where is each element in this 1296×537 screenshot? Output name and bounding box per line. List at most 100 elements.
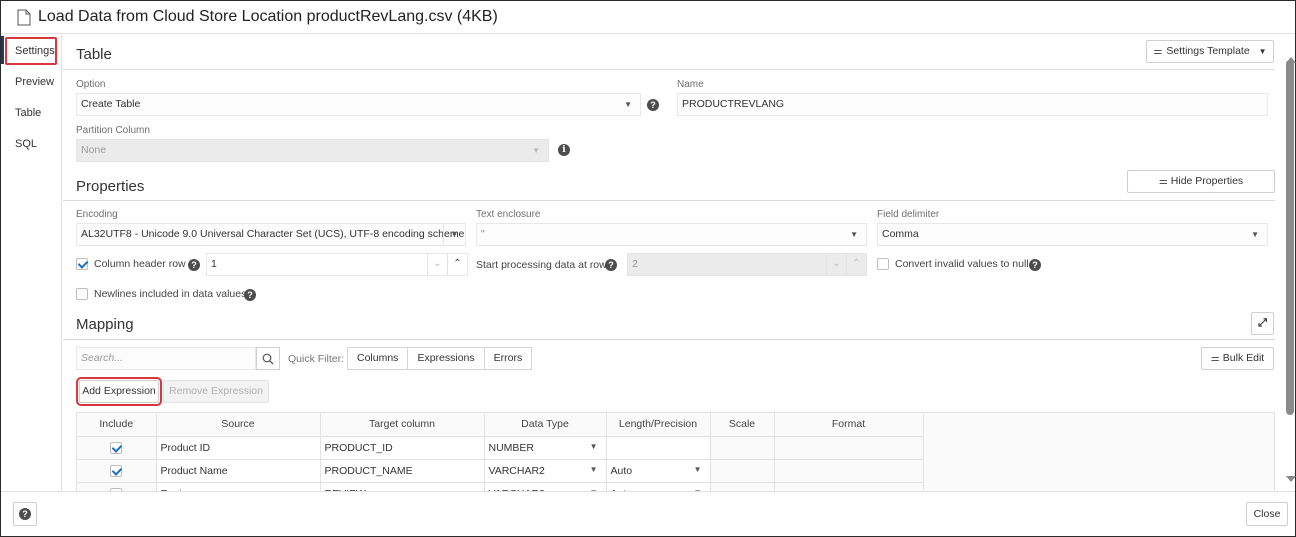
column-header-data-type[interactable]: Data Type xyxy=(484,413,607,437)
help-button[interactable]: ? xyxy=(13,502,37,526)
table-row: Product ID PRODUCT_ID NUMBER ▼ xyxy=(77,436,924,460)
settings-template-button[interactable]: ⚌ Settings Template ▼ xyxy=(1146,40,1274,63)
filter-errors-button[interactable]: Errors xyxy=(483,347,533,370)
partition-column-label: Partition Column xyxy=(76,125,150,136)
column-header-length[interactable]: Length/Precision xyxy=(606,413,711,437)
convert-invalid-checkbox[interactable] xyxy=(877,258,889,270)
hide-properties-button[interactable]: ⚌ Hide Properties xyxy=(1127,170,1275,193)
bulk-edit-label: Bulk Edit xyxy=(1222,352,1265,364)
name-input[interactable]: PRODUCTREVLANG xyxy=(677,93,1268,116)
hide-properties-label: Hide Properties xyxy=(1170,175,1244,187)
mapping-search-input[interactable]: Search... xyxy=(76,347,256,370)
column-header-row-checkbox[interactable] xyxy=(76,258,88,270)
help-icon[interactable]: ? xyxy=(647,99,659,111)
chevron-up-icon[interactable]: ⌃ xyxy=(447,253,467,276)
convert-invalid-label: Convert invalid values to null xyxy=(895,258,1029,270)
close-button[interactable]: Close xyxy=(1246,502,1288,526)
info-icon[interactable]: i xyxy=(558,144,570,156)
active-indicator xyxy=(1,36,4,64)
sidebar-item-preview[interactable]: Preview xyxy=(5,68,57,96)
properties-section-title: Properties xyxy=(76,178,145,195)
start-processing-input[interactable]: 2 ⌄ ⌃ xyxy=(627,253,867,276)
expand-button[interactable]: ⤢ xyxy=(1251,312,1274,335)
format-cell[interactable] xyxy=(774,436,924,460)
remove-expression-button[interactable]: Remove Expression xyxy=(163,380,269,403)
column-header-target[interactable]: Target column xyxy=(320,413,485,437)
chevron-up-icon[interactable]: ⌃ xyxy=(846,253,866,276)
column-header-row-input[interactable]: 1 ⌄ ⌃ xyxy=(206,253,468,276)
partition-column-value: None xyxy=(81,144,107,156)
help-icon: ? xyxy=(19,508,31,520)
add-expression-button[interactable]: Add Expression xyxy=(76,377,162,406)
vertical-scrollbar[interactable] xyxy=(1284,34,1296,491)
column-header-scale[interactable]: Scale xyxy=(710,413,775,437)
divider xyxy=(63,200,1275,201)
mapping-grid: Include Source Target column Data Type L… xyxy=(76,412,1275,491)
sidebar-item-settings[interactable]: Settings xyxy=(5,37,57,65)
format-cell[interactable] xyxy=(774,482,924,491)
document-icon xyxy=(17,9,31,25)
help-icon[interactable]: ? xyxy=(605,259,617,271)
field-delimiter-label: Field delimiter xyxy=(877,209,940,220)
column-header-include[interactable]: Include xyxy=(77,413,157,437)
encoding-select[interactable]: AL32UTF8 - Unicode 9.0 Universal Charact… xyxy=(76,223,466,246)
name-label: Name xyxy=(677,79,704,90)
caret-down-icon: ▼ xyxy=(589,441,598,451)
include-checkbox[interactable] xyxy=(110,465,123,477)
sidebar-item-table[interactable]: Table xyxy=(5,99,57,127)
help-icon[interactable]: ? xyxy=(188,259,200,271)
data-type-select[interactable]: VARCHAR2▼ xyxy=(484,459,607,483)
newlines-label: Newlines included in data values xyxy=(94,288,247,300)
text-enclosure-label: Text enclosure xyxy=(476,209,541,220)
source-cell: Review xyxy=(156,482,321,491)
column-header-format[interactable]: Format xyxy=(774,413,924,437)
text-enclosure-select[interactable]: " ▼ xyxy=(476,223,867,246)
target-cell[interactable]: PRODUCT_NAME xyxy=(320,459,485,483)
option-value: Create Table xyxy=(81,98,141,110)
target-cell[interactable]: PRODUCT_ID xyxy=(320,436,485,460)
scale-cell[interactable] xyxy=(710,482,775,491)
scale-cell[interactable] xyxy=(710,436,775,460)
chevron-down-icon[interactable]: ⌄ xyxy=(427,253,447,276)
option-select[interactable]: Create Table ▼ xyxy=(76,93,641,116)
scale-cell[interactable] xyxy=(710,459,775,483)
encoding-label: Encoding xyxy=(76,209,118,220)
settings-panel: Table ⚌ Settings Template ▼ Option Create… xyxy=(63,34,1283,491)
include-cell xyxy=(77,436,157,460)
caret-down-icon: ▼ xyxy=(1251,230,1259,239)
data-type-select[interactable]: NUMBER ▼ xyxy=(484,436,607,460)
help-icon[interactable]: ? xyxy=(1029,259,1041,271)
scroll-thumb[interactable] xyxy=(1286,60,1294,415)
caret-down-icon: ▼ xyxy=(850,230,858,239)
format-cell[interactable] xyxy=(774,459,924,483)
target-cell[interactable]: REVIEW xyxy=(320,482,485,491)
filter-expressions-button[interactable]: Expressions xyxy=(407,347,485,370)
source-cell: Product Name xyxy=(156,459,321,483)
field-delimiter-select[interactable]: Comma ▼ xyxy=(877,223,1268,246)
caret-down-icon: ▼ xyxy=(1258,47,1267,56)
chevron-down-icon[interactable]: ⌄ xyxy=(826,253,846,276)
search-icon xyxy=(262,353,274,365)
column-header-source[interactable]: Source xyxy=(156,413,321,437)
column-header-row-label: Column header row xyxy=(94,258,186,270)
text-enclosure-value: " xyxy=(481,228,485,240)
table-header-row: Include Source Target column Data Type L… xyxy=(77,413,924,437)
help-icon[interactable]: ? xyxy=(244,289,256,301)
divider xyxy=(63,339,1275,340)
newlines-checkbox[interactable] xyxy=(76,288,88,300)
partition-column-select[interactable]: None ▼ xyxy=(76,139,549,162)
include-checkbox[interactable] xyxy=(110,442,123,454)
search-button[interactable] xyxy=(256,347,280,370)
scroll-down-arrow-icon[interactable] xyxy=(1286,476,1296,482)
length-cell[interactable] xyxy=(606,436,711,460)
sliders-icon: ⚌ xyxy=(1158,176,1168,187)
dialog-titlebar: Load Data from Cloud Store Location prod… xyxy=(1,1,1295,34)
bulk-edit-button[interactable]: ⚌ Bulk Edit xyxy=(1201,347,1274,370)
sidebar-item-sql[interactable]: SQL xyxy=(5,130,57,158)
data-type-select[interactable]: VARCHAR2▼ xyxy=(484,482,607,491)
filter-columns-button[interactable]: Columns xyxy=(347,347,409,370)
name-value: PRODUCTREVLANG xyxy=(682,98,785,110)
length-select[interactable]: Auto▼ xyxy=(606,459,711,483)
length-select[interactable]: Auto▼ xyxy=(606,482,711,491)
caret-down-icon: ▼ xyxy=(693,464,702,474)
